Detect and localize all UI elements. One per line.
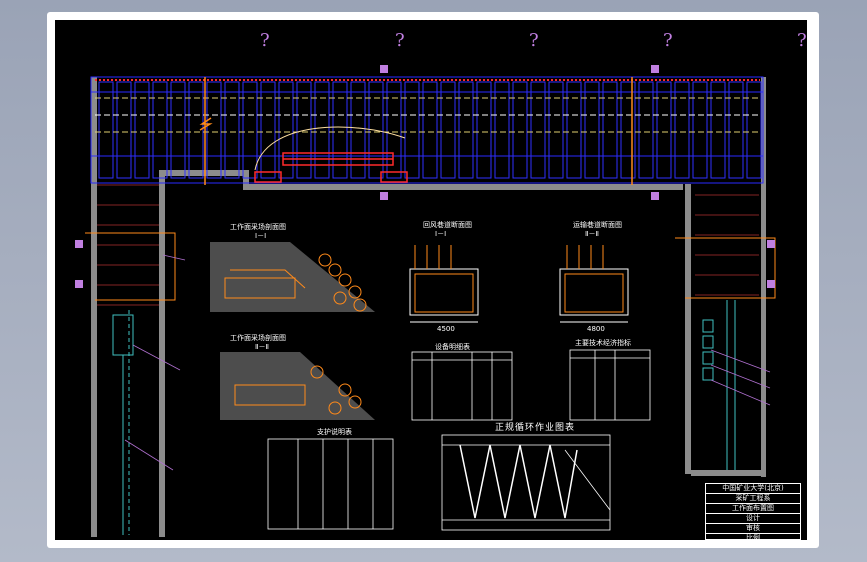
support-unit	[746, 81, 762, 179]
roadway-section-2-sub: Ⅱ－Ⅱ	[585, 230, 599, 238]
roadway-walls	[91, 77, 766, 537]
roadway-section-1-sub: Ⅰ－Ⅰ	[435, 230, 447, 238]
support-unit	[512, 81, 528, 179]
support-unit	[206, 81, 222, 179]
support-unit	[602, 81, 618, 179]
roadway-section-1-title: 回风巷道断面图	[423, 221, 472, 229]
support-unit	[476, 81, 492, 179]
title-block-row: 比例	[746, 534, 760, 540]
support-unit	[728, 81, 744, 179]
width-right-label: 4800	[587, 325, 605, 333]
title-block-row: 设计	[706, 514, 800, 524]
support-unit	[152, 81, 168, 179]
title-block-drawing-name: 工作面布置图	[706, 504, 800, 514]
center-lines	[95, 97, 760, 133]
roadway-section-1	[409, 245, 479, 323]
support-unit	[134, 81, 150, 179]
face-section-2	[220, 352, 375, 420]
roadway-section-2	[559, 245, 629, 323]
cad-vector-layer	[75, 65, 776, 537]
support-unit	[350, 81, 366, 179]
tech-table	[569, 349, 651, 421]
support-unit	[404, 81, 420, 179]
cycle-chart-title: 正规循环作业图表	[495, 423, 576, 433]
title-block-dept: 采矿工程系	[706, 494, 800, 504]
support-unit	[530, 81, 546, 179]
support-unit	[656, 81, 672, 179]
left-roadway-hatch	[97, 184, 159, 306]
title-block-university: 中国矿业大学(北京)	[706, 484, 800, 494]
support-unit	[170, 81, 186, 179]
support-unit	[332, 81, 348, 179]
support-unit	[566, 81, 582, 179]
support-unit	[422, 81, 438, 179]
support-unit	[260, 81, 276, 179]
shearer-conveyor	[254, 152, 408, 183]
right-roadway-hatch	[695, 194, 759, 296]
support-unit	[98, 81, 114, 179]
support-unit	[710, 81, 726, 179]
support-table-title: 支护说明表	[317, 428, 352, 436]
support-unit	[692, 81, 708, 179]
face-section-1	[210, 242, 375, 312]
support-unit	[494, 81, 510, 179]
support-unit	[440, 81, 456, 179]
cycle-chart	[441, 434, 611, 531]
support-unit	[278, 81, 294, 179]
support-unit	[314, 81, 330, 179]
support-unit	[386, 81, 402, 179]
equipment-table	[411, 351, 513, 421]
face-section-1-sub: Ⅰ－Ⅰ	[255, 232, 267, 240]
support-unit	[242, 81, 258, 179]
face-section-2-sub: Ⅱ－Ⅱ	[255, 343, 269, 351]
title-block-row: 审核	[706, 524, 800, 534]
support-unit	[620, 81, 636, 179]
support-unit	[638, 81, 654, 179]
hydraulic-supports	[90, 76, 764, 184]
title-block: 中国矿业大学(北京) 采矿工程系 工作面布置图 设计 审核 比例	[705, 483, 801, 540]
support-table	[267, 438, 394, 530]
width-left-label: 4500	[437, 325, 455, 333]
support-unit	[548, 81, 564, 179]
support-unit	[116, 81, 132, 179]
support-unit	[224, 81, 240, 179]
cad-drawing-area[interactable]: ? ? ? ? ? 工作面采场剖面图 Ⅰ－Ⅰ 工作面采场剖面图 Ⅱ－Ⅱ 回风巷道…	[55, 20, 807, 540]
support-unit	[674, 81, 690, 179]
support-unit	[584, 81, 600, 179]
tech-table-title: 主要技术经济指标	[575, 339, 631, 347]
support-unit	[458, 81, 474, 179]
equipment-table-title: 设备明细表	[435, 343, 470, 351]
